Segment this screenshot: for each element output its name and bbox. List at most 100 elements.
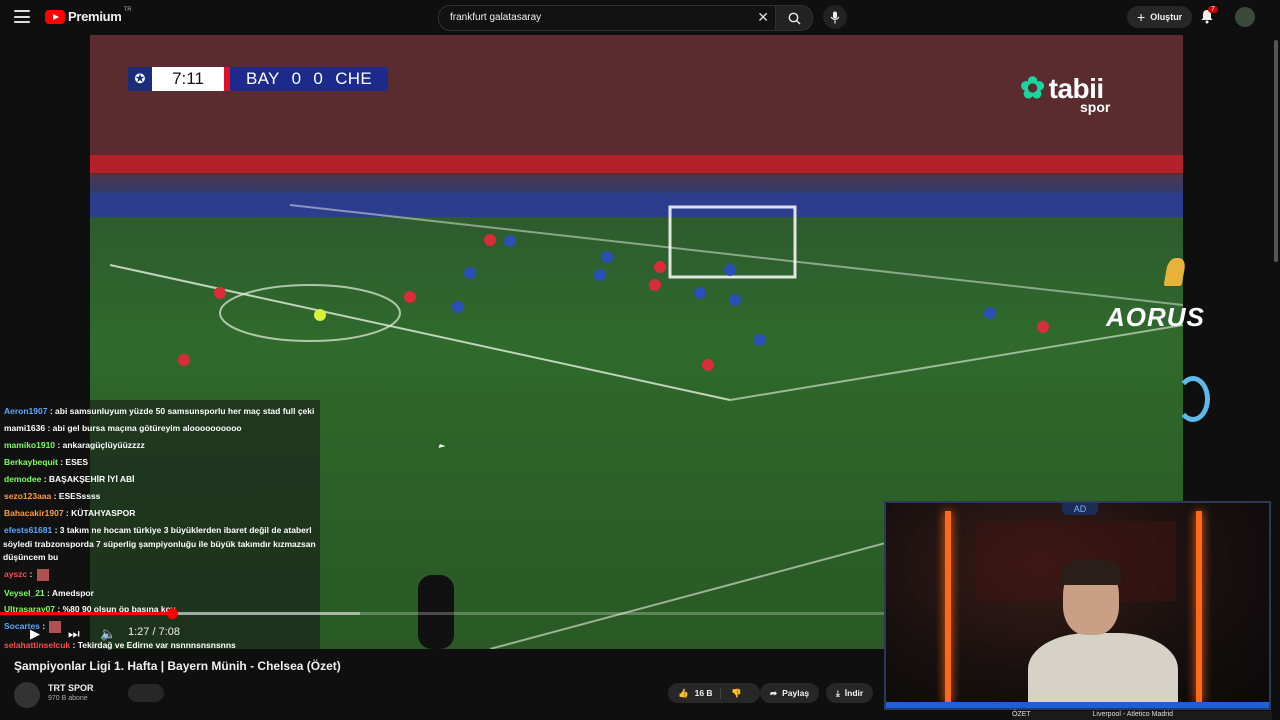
- chat-text: : BAŞAKŞEHİR İYİ ABİ: [41, 474, 135, 484]
- chat-username[interactable]: Aeron1907: [4, 406, 47, 416]
- next-icon[interactable]: ⏭: [68, 626, 80, 642]
- search-box[interactable]: ✕: [438, 5, 776, 31]
- streamer-body: [1028, 633, 1178, 708]
- chat-message: mami1636 : abi gel bursa maçına götüreyi…: [4, 420, 242, 437]
- country-code: TR: [123, 6, 132, 13]
- like-count: 16 B: [694, 688, 713, 698]
- voice-search-button[interactable]: [823, 5, 847, 29]
- away-score: 0: [313, 69, 324, 88]
- chat-text: söyledi trabzonsporda 7 süperlig şampiyo…: [3, 539, 316, 549]
- webcam-badge: AD: [1062, 503, 1098, 515]
- chat-username[interactable]: ayszc: [4, 569, 27, 579]
- thumbs-down-icon: 👎: [731, 687, 742, 698]
- chat-text: : KÜTAHYASPOR: [63, 508, 136, 518]
- brand-label: Premium: [68, 9, 122, 24]
- played-bar: [0, 612, 172, 615]
- webcam-led-right: [1196, 511, 1202, 703]
- page-scrollbar[interactable]: [1272, 34, 1280, 720]
- chat-text: : ESES: [57, 457, 89, 467]
- webcam-frame-bar: [886, 702, 1269, 708]
- chat-emote-icon: [49, 620, 62, 633]
- chat-message: Veysel_21 : Amedspor: [4, 585, 94, 602]
- chat-message: Bahacakir1907 : KÜTAHYASPOR: [4, 505, 135, 522]
- create-button[interactable]: + Oluştur: [1127, 6, 1193, 28]
- download-button[interactable]: ⤓ İndir: [826, 683, 874, 703]
- like-dislike-group: 👍 16 B 👎: [668, 683, 760, 703]
- aorus-wave-icon: [1176, 376, 1210, 422]
- account-avatar[interactable]: [1235, 7, 1255, 27]
- channel-avatar[interactable]: [14, 682, 40, 708]
- chat-username[interactable]: demodee: [4, 474, 41, 484]
- streamer-hair: [1061, 559, 1121, 585]
- champions-league-star-icon: ✪: [128, 67, 152, 91]
- tabii-flower-icon: ✿: [1020, 72, 1045, 105]
- chat-text: : 3 takım ne hocam türkiye 3 büyüklerden…: [52, 525, 312, 535]
- up-next-title: Liverpool - Atletico Madrid: [1092, 711, 1174, 718]
- clear-search-icon[interactable]: ✕: [757, 10, 769, 24]
- chat-message: Aeron1907 : abi samsunluyum yüzde 50 sam…: [4, 403, 314, 420]
- notifications-button[interactable]: 7: [1200, 6, 1218, 25]
- chat-username[interactable]: efests61681: [4, 525, 52, 535]
- tabii-sub: spor: [1080, 99, 1111, 115]
- scrollbar-thumb[interactable]: [1274, 40, 1278, 262]
- progress-bar[interactable]: [0, 608, 890, 619]
- streamer: [1028, 559, 1178, 708]
- chat-username[interactable]: Bahacakir1907: [4, 508, 64, 518]
- chat-text: : Tekirdağ ve Edirne var nsnnnsnsnsnns: [70, 640, 236, 650]
- share-label: Paylaş: [782, 688, 810, 698]
- chat-username[interactable]: Berkaybequit: [4, 457, 58, 467]
- video-info: Şampiyonlar Ligi 1. Hafta | Bayern Münih…: [0, 650, 890, 720]
- chat-message: demodee : BAŞAKŞEHİR İYİ ABİ: [4, 471, 135, 488]
- chat-username[interactable]: sezo123aaa: [4, 491, 51, 501]
- search-icon: [788, 12, 800, 24]
- video-title: Şampiyonlar Ligi 1. Hafta | Bayern Münih…: [14, 659, 341, 673]
- youtube-play-icon: [45, 9, 65, 24]
- create-label: Oluştur: [1150, 12, 1183, 22]
- up-next-label: ÖZET: [1012, 711, 1031, 718]
- play-icon[interactable]: ▶: [30, 626, 40, 642]
- thumbs-up-icon: 👍: [678, 687, 689, 698]
- chat-username[interactable]: Veysel_21: [4, 588, 45, 598]
- channel-name[interactable]: TRT SPOR: [48, 683, 94, 693]
- scoreboard-teams: BAY 0 0 CHE: [230, 67, 388, 91]
- scoreboard: ✪ 7:11 BAY 0 0 CHE: [128, 67, 388, 91]
- chat-text: : ankaragüçlüyüüzzzz: [55, 440, 145, 450]
- download-icon: ⤓: [836, 687, 840, 698]
- up-next-item[interactable]: ÖZET Liverpool - Atletico Madrid: [1012, 711, 1272, 720]
- search-input[interactable]: [448, 11, 752, 24]
- chat-text: düşüncem bu: [3, 552, 59, 562]
- chat-text: :: [39, 621, 48, 631]
- chat-text: : abi gel bursa maçına götüreyim alooooo…: [45, 423, 242, 433]
- share-icon: ➦: [770, 687, 778, 698]
- download-label: İndir: [844, 688, 864, 698]
- aorus-logo: AORUS: [1106, 302, 1205, 332]
- youtube-premium-logo[interactable]: Premium TR: [45, 6, 132, 24]
- chat-text: : ESESssss: [51, 491, 101, 501]
- home-team: BAY: [246, 69, 280, 88]
- volume-icon[interactable]: 🔈: [100, 626, 116, 642]
- chat-username[interactable]: mami1636: [4, 423, 45, 433]
- scrubber-handle[interactable]: [166, 608, 178, 619]
- chat-text: : abi samsunluyum yüzde 50 samsunsporlu …: [47, 406, 315, 416]
- like-button[interactable]: 👍 16 B: [668, 687, 721, 699]
- chat-username[interactable]: mamiko1910: [4, 440, 55, 450]
- time-display: 1:27 / 7:08: [128, 626, 180, 638]
- chat-message: Berkaybequit : ESES: [4, 454, 88, 471]
- chat-message: Ultrasaray07 : %80 90 olsun öp başına ko…: [4, 601, 176, 618]
- away-team: CHE: [335, 69, 372, 88]
- share-button[interactable]: ➦ Paylaş: [760, 683, 820, 703]
- match-clock: 7:11: [152, 67, 224, 91]
- dislike-button[interactable]: 👎: [721, 688, 742, 699]
- chat-message: ayszc :: [4, 566, 49, 583]
- notification-count-badge: 7: [1208, 6, 1218, 13]
- chat-text: :: [27, 569, 35, 579]
- search-button[interactable]: [775, 5, 813, 31]
- microphone-icon: [830, 11, 840, 23]
- menu-icon[interactable]: [14, 10, 30, 23]
- streamer-webcam: AD: [884, 501, 1271, 710]
- chat-message: mamiko1910 : ankaragüçlüyüüzzzz: [4, 437, 145, 454]
- chat-text: : Amedspor: [44, 588, 94, 598]
- home-score: 0: [291, 69, 302, 88]
- top-bar: Premium TR ✕ + Oluştur 7: [0, 0, 1280, 34]
- subscribe-button[interactable]: [128, 684, 164, 702]
